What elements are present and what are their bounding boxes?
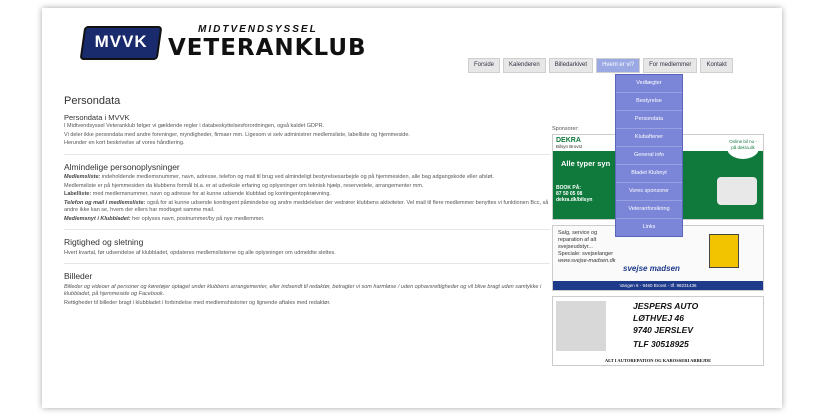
dropdown-item-persondata[interactable]: Persondata [616, 111, 682, 129]
mechanic-image [556, 301, 606, 351]
divider [64, 263, 550, 264]
page-title: Persondata [64, 95, 121, 107]
svejse-line: reparation af alt [558, 237, 597, 243]
svejse-line: Salg, service og [558, 230, 598, 236]
dekra-bubble: Online bil nu - på dekra.dk [727, 137, 759, 159]
svejse-line: Speciale: svejselanger [558, 251, 614, 257]
logo-subtitle: MIDTVENDSYSSEL [198, 24, 318, 35]
car-image [717, 177, 757, 205]
paragraph: Telefon og mail i medlemsliste: også for… [64, 200, 550, 215]
label: Telefon og mail i medlemsliste: [64, 199, 146, 206]
sponsor-ad-jespers-auto[interactable]: JESPERS AUTO LØTHVEJ 46 9740 JERSLEV TLF… [552, 296, 764, 366]
nav-item-for-medlemmer[interactable]: For medlemmer [643, 58, 698, 73]
dropdown-item-vores-sponsorer[interactable]: Vores sponsorer [616, 183, 682, 201]
logo-badge: MVVK [79, 26, 163, 60]
text: indeholdende medlemsnummer, navn, adress… [101, 174, 494, 180]
dekra-tagline: Alle typer syn [561, 159, 611, 168]
dropdown-item-bestyrelse[interactable]: Bestyrelse [616, 93, 682, 111]
text: her oplyses navn, postnummer/by på nye m… [132, 215, 265, 222]
welding-machine-image [709, 234, 739, 268]
svejse-url: www.svejse-madsen.dk [558, 258, 616, 264]
nav-item-billedarkivet[interactable]: Billedarkivet [548, 58, 594, 73]
dropdown-item-veteranforsikring[interactable]: Veteranforsikring [616, 201, 682, 219]
jesper-line: JESPERS AUTO [633, 301, 699, 311]
main-nav: Forside Kalenderen Billedarkivet Hvem er… [468, 58, 733, 73]
nav-item-kontakt[interactable]: Kontakt [700, 58, 733, 73]
dekra-booking: BOOK PÅ: 87 50 05 08 dekra.dk/bilsyn [556, 185, 592, 203]
text: med medlemsnummer, navn og adresse for a… [92, 191, 331, 197]
jesper-line: TLF 30518925 [633, 339, 689, 349]
svejse-logo: svejse madsen [623, 264, 680, 273]
paragraph: Medlemsliste er på hjemmesiden da klubbe… [64, 182, 424, 189]
section-heading-billeder: Billeder [64, 271, 93, 281]
paragraph: Vi deler ikke persondata med andre foren… [64, 131, 410, 138]
nav-item-kalenderen[interactable]: Kalenderen [503, 58, 546, 73]
main-content: Persondata Persondata i MVVK I Midtvends… [64, 95, 550, 308]
jesper-line: 9740 JERSLEV [633, 325, 694, 335]
svejse-line: svejseudstyr... [558, 244, 593, 250]
section-heading-rigtighed: Rigtighed og sletning [64, 237, 144, 247]
paragraph: Rettigheder til billeder bragt i klubbla… [64, 299, 331, 306]
dropdown-item-links[interactable]: Links [616, 219, 682, 236]
nav-item-hvem-er-vi[interactable]: Hvem er vi? [596, 58, 641, 73]
paragraph: I Midtvendsyssel Veteranklub følger vi g… [64, 123, 325, 129]
paragraph: Medlemsliste: indeholdende medlemsnummer… [64, 174, 550, 182]
paragraph: Hvert kvartal, før udsendelse af klubbla… [64, 249, 336, 256]
divider [64, 229, 550, 230]
dropdown-item-klubaftener[interactable]: Klubaftener [616, 129, 682, 147]
svejse-text: Salg, service og reparation af alt svejs… [558, 230, 615, 265]
section-heading-persondata: Persondata i MVVK [64, 112, 130, 122]
section-heading-personoplysninger: Almindelige personoplysninger [64, 161, 180, 172]
page: MVVK MIDTVENDSYSSEL VETERANKLUB Forside … [42, 8, 782, 408]
jesper-footer: ALT I AUTOREPATION OG KAROSSERI ARBEJDE [604, 358, 712, 363]
dekra-sub: Bilsyn Brovst [556, 144, 583, 149]
dekra-book-line: dekra.dk/bilsyn [556, 197, 593, 203]
logo-badge-text: MVVK [94, 32, 148, 51]
paragraph: Billeder og videoer af personer og køret… [64, 283, 542, 298]
dropdown-item-bladet-klubnyt[interactable]: Bladet Klubnyt [616, 165, 682, 183]
logo-title: VETERANKLUB [168, 35, 367, 61]
paragraph: Medlemsnyt i Klubbladet: her oplyses nav… [64, 216, 550, 224]
dekra-brand: DEKRA [556, 137, 581, 144]
divider [64, 153, 550, 155]
dropdown-item-vedtaegter[interactable]: Vedtægter [616, 75, 682, 93]
paragraph: Herunder en kort beskrivelse af vores hå… [64, 140, 185, 146]
jesper-line: LØTHVEJ 46 [633, 313, 685, 323]
label: Medlemsnyt i Klubbladet: [64, 215, 131, 222]
nav-dropdown-hvem-er-vi: Vedtægter Bestyrelse Persondata Klubafte… [615, 74, 683, 237]
nav-item-forside[interactable]: Forside [468, 58, 501, 73]
site-logo[interactable]: MVVK MIDTVENDSYSSEL VETERANKLUB [79, 22, 380, 61]
label: Medlemsliste: [64, 174, 101, 180]
dropdown-item-general-info[interactable]: General info [616, 147, 682, 165]
paragraph: Labelliste: med medlemsnummer, navn og a… [64, 191, 550, 199]
label: Labelliste: [64, 191, 92, 197]
svejse-address: Vangen 6 - 9460 Brovst - tlf. 98231436 [553, 281, 763, 290]
